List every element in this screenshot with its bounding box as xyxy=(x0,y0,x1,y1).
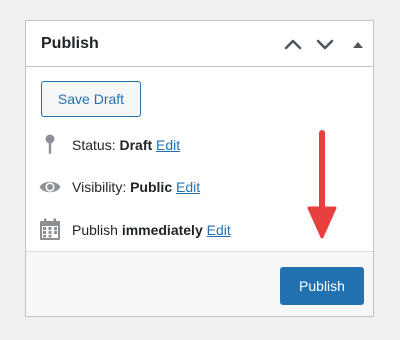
visibility-text: Visibility: Public Edit xyxy=(72,175,200,199)
status-value: Draft xyxy=(119,137,153,153)
save-draft-button[interactable]: Save Draft xyxy=(41,81,141,117)
publish-time-value: immediately xyxy=(121,222,203,238)
publish-time-label: Publish xyxy=(72,222,118,238)
publish-button[interactable]: Publish xyxy=(280,267,364,305)
chevron-up-icon[interactable] xyxy=(282,33,304,55)
visibility-value: Public xyxy=(130,179,173,195)
edit-publish-time-link[interactable]: Edit xyxy=(207,222,231,238)
edit-status-link[interactable]: Edit xyxy=(156,137,180,153)
chevron-down-icon[interactable] xyxy=(314,33,336,55)
calendar-icon xyxy=(38,218,64,242)
publish-time-text: Publish immediately Edit xyxy=(72,218,231,242)
edit-visibility-link[interactable]: Edit xyxy=(176,179,200,195)
screenshot-stage: Publish Save Draft Status: Draft Edit Vi… xyxy=(0,0,400,340)
status-label: Status: xyxy=(72,137,116,153)
publish-box-header: Publish xyxy=(26,21,373,67)
red-down-arrow-icon xyxy=(307,130,337,239)
publish-box-title: Publish xyxy=(41,35,99,52)
pin-icon xyxy=(38,133,64,157)
eye-icon xyxy=(38,175,64,199)
status-text: Status: Draft Edit xyxy=(72,133,180,157)
triangle-up-icon[interactable] xyxy=(347,33,369,55)
visibility-label: Visibility: xyxy=(72,179,127,195)
major-publishing-actions: Publish xyxy=(26,251,373,316)
